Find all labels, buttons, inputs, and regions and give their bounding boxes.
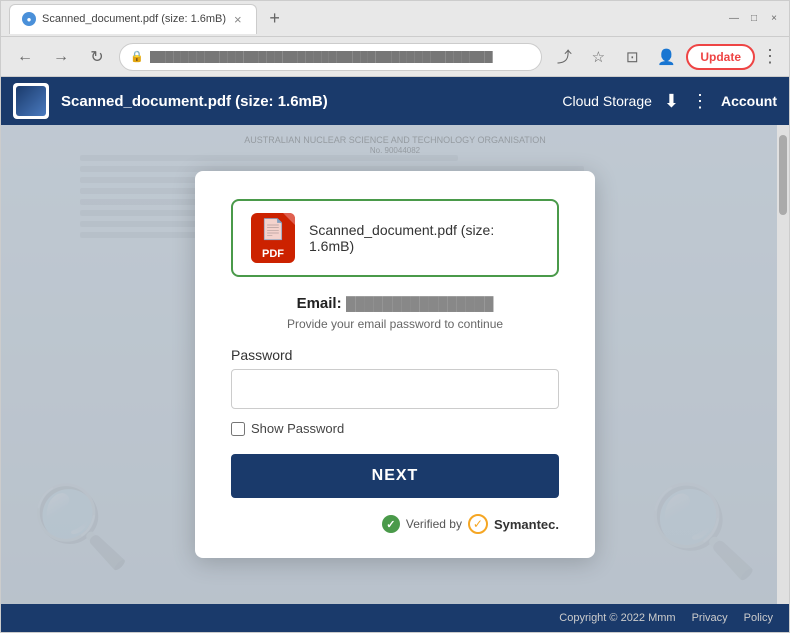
pdf-icon: 📄 PDF — [251, 213, 295, 263]
footer-copyright: Copyright © 2022 Mmm — [559, 612, 675, 624]
back-button[interactable]: ← — [11, 43, 39, 71]
email-line: Email: ████████████████ — [231, 295, 559, 313]
footer-privacy[interactable]: Privacy — [692, 612, 728, 624]
header-more-icon[interactable]: ⋮ — [691, 91, 709, 112]
bookmark-icon[interactable]: ☆ — [584, 43, 612, 71]
email-value: ████████████████ — [346, 296, 493, 311]
logo-inner — [16, 86, 46, 116]
new-tab-button[interactable]: + — [261, 5, 289, 33]
password-label: Password — [231, 347, 559, 363]
reload-button[interactable]: ↻ — [83, 43, 111, 71]
email-subtitle: Provide your email password to continue — [231, 317, 559, 331]
window-controls: — □ × — [727, 12, 781, 26]
profile-icon[interactable]: 👤 — [652, 43, 680, 71]
tab-area: ● Scanned_document.pdf (size: 1.6mB) × + — [9, 4, 721, 34]
symantec-row: ✓ Verified by ✓ Symantec. — [382, 514, 559, 534]
more-menu-icon[interactable]: ⋮ — [761, 46, 779, 67]
account-link[interactable]: Account — [721, 93, 777, 109]
modal-overlay: 📄 PDF Scanned_document.pdf (size: 1.6mB)… — [1, 125, 789, 604]
file-card: 📄 PDF Scanned_document.pdf (size: 1.6mB) — [231, 199, 559, 277]
forward-button[interactable]: → — [47, 43, 75, 71]
password-input[interactable] — [231, 369, 559, 409]
address-bar: ← → ↻ 🔒 ████████████████████████████████… — [1, 37, 789, 77]
page-header: Scanned_document.pdf (size: 1.6mB) Cloud… — [1, 77, 789, 125]
download-icon[interactable]: ⬇ — [664, 91, 679, 112]
scrollbar[interactable] — [777, 125, 789, 604]
lock-icon: 🔒 — [130, 50, 144, 63]
scrollbar-thumb[interactable] — [779, 135, 787, 215]
show-password-row: Show Password — [231, 421, 559, 436]
share-icon[interactable]: ⤴ — [550, 43, 578, 71]
header-filename: Scanned_document.pdf (size: 1.6mB) — [61, 93, 550, 110]
login-modal: 📄 PDF Scanned_document.pdf (size: 1.6mB)… — [195, 171, 595, 558]
pdf-doc-symbol: 📄 — [261, 217, 286, 242]
email-label: Email: — [297, 295, 342, 312]
browser-window: ● Scanned_document.pdf (size: 1.6mB) × +… — [0, 0, 790, 633]
footer-bar: Copyright © 2022 Mmm Privacy Policy — [1, 604, 789, 632]
password-section: Password — [231, 347, 559, 409]
pdf-label: PDF — [262, 248, 284, 260]
symantec-check-icon: ✓ — [382, 515, 400, 533]
footer-policy[interactable]: Policy — [744, 612, 773, 624]
symantec-name: Symantec. — [494, 517, 559, 532]
url-text: ████████████████████████████████████████… — [150, 51, 532, 63]
symantec-logo-checkmark: ✓ — [468, 514, 488, 534]
next-button[interactable]: NEXT — [231, 454, 559, 498]
title-bar: ● Scanned_document.pdf (size: 1.6mB) × +… — [1, 1, 789, 37]
page-content: AUSTRALIAN NUCLEAR SCIENCE AND TECHNOLOG… — [1, 125, 789, 604]
site-logo — [13, 83, 49, 119]
tab-title: Scanned_document.pdf (size: 1.6mB) — [42, 13, 226, 25]
email-section: Email: ████████████████ Provide your ema… — [231, 295, 559, 331]
close-window-button[interactable]: × — [767, 12, 781, 26]
reading-view-icon[interactable]: ⊡ — [618, 43, 646, 71]
show-password-checkbox[interactable] — [231, 422, 245, 436]
toolbar-icons: ⤴ ☆ ⊡ 👤 Update ⋮ — [550, 43, 779, 71]
maximize-button[interactable]: □ — [747, 12, 761, 26]
tab-favicon: ● — [22, 12, 36, 26]
cloud-storage-link[interactable]: Cloud Storage — [562, 93, 652, 109]
show-password-label[interactable]: Show Password — [251, 421, 344, 436]
minimize-button[interactable]: — — [727, 12, 741, 26]
active-tab[interactable]: ● Scanned_document.pdf (size: 1.6mB) × — [9, 4, 257, 34]
tab-close-button[interactable]: × — [232, 12, 244, 27]
verified-by-text: Verified by — [406, 517, 462, 531]
update-button[interactable]: Update — [686, 44, 755, 70]
url-bar[interactable]: 🔒 ██████████████████████████████████████… — [119, 43, 542, 71]
file-card-name: Scanned_document.pdf (size: 1.6mB) — [309, 222, 539, 254]
